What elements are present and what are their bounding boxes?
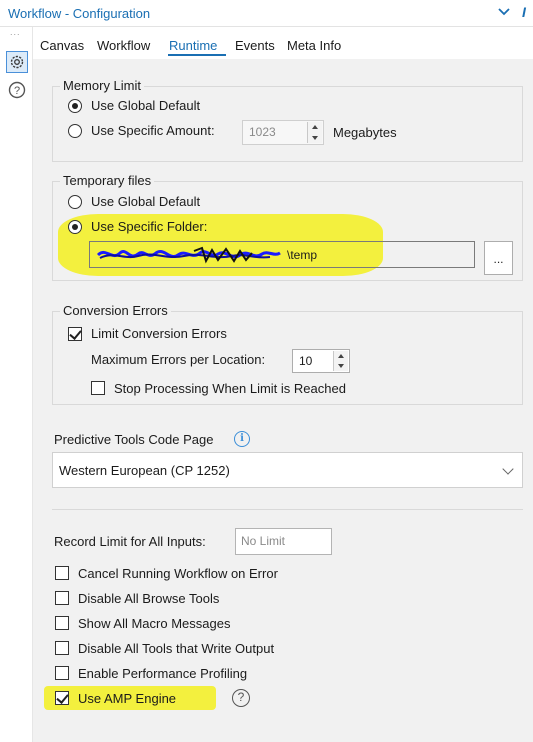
- title-bar: Workflow - Configuration I: [0, 0, 533, 27]
- code-page-selected: Western European (CP 1252): [59, 463, 230, 478]
- stop-processing-label: Stop Processing When Limit is Reached: [114, 381, 346, 396]
- record-limit-input[interactable]: No Limit: [235, 528, 332, 555]
- redaction-scribble: [96, 246, 281, 264]
- tab-runtime[interactable]: Runtime: [169, 38, 217, 53]
- memory-unit-label: Megabytes: [333, 125, 397, 140]
- memory-amount-value: 1023: [249, 125, 276, 139]
- stepper-up-icon[interactable]: [338, 354, 344, 358]
- option-label-disable-write-output: Disable All Tools that Write Output: [78, 641, 275, 656]
- memory-use-specific-label: Use Specific Amount:: [91, 123, 215, 138]
- tab-meta-info[interactable]: Meta Info: [287, 38, 341, 53]
- memory-limit-title: Memory Limit: [60, 78, 145, 93]
- temporary-files-title: Temporary files: [60, 173, 155, 188]
- option-checkbox-show-macro-messages[interactable]: [55, 616, 69, 630]
- tab-canvas[interactable]: Canvas: [40, 38, 84, 53]
- temp-use-specific-radio[interactable]: [68, 220, 82, 234]
- max-errors-label: Maximum Errors per Location:: [91, 352, 266, 367]
- option-label-cancel-on-error: Cancel Running Workflow on Error: [78, 566, 278, 581]
- info-icon[interactable]: i: [234, 431, 250, 447]
- memory-use-specific-radio[interactable]: [68, 124, 82, 138]
- conversion-errors-title: Conversion Errors: [60, 303, 171, 318]
- temp-use-global-label: Use Global Default: [91, 194, 201, 209]
- chevron-down-icon[interactable]: [497, 3, 511, 21]
- option-label-performance-profiling: Enable Performance Profiling: [78, 666, 248, 681]
- option-label-use-amp-engine: Use AMP Engine: [78, 691, 177, 706]
- max-errors-value: 10: [299, 354, 313, 368]
- help-icon[interactable]: ?: [232, 689, 250, 707]
- stepper-down-icon[interactable]: [312, 136, 318, 140]
- browse-folder-button[interactable]: ...: [484, 241, 513, 275]
- option-checkbox-use-amp-engine[interactable]: [55, 691, 69, 705]
- option-checkbox-disable-write-output[interactable]: [55, 641, 69, 655]
- memory-amount-stepper[interactable]: 1023: [242, 120, 324, 145]
- sidebar-overflow[interactable]: ...: [10, 27, 21, 37]
- stop-processing-checkbox[interactable]: [91, 381, 105, 395]
- gear-icon[interactable]: [6, 51, 28, 73]
- help-icon[interactable]: ?: [8, 81, 26, 99]
- option-checkbox-cancel-on-error[interactable]: [55, 566, 69, 580]
- option-checkbox-disable-browse[interactable]: [55, 591, 69, 605]
- max-errors-stepper[interactable]: 10: [292, 349, 350, 373]
- record-limit-placeholder: No Limit: [241, 534, 286, 548]
- active-tab-indicator: [168, 54, 226, 56]
- temp-folder-value: \temp: [287, 248, 318, 262]
- record-limit-label: Record Limit for All Inputs:: [54, 534, 206, 549]
- stepper-down-icon[interactable]: [338, 364, 344, 368]
- option-checkbox-performance-profiling[interactable]: [55, 666, 69, 680]
- temp-folder-input[interactable]: \temp: [89, 241, 475, 268]
- tab-events[interactable]: Events: [235, 38, 275, 53]
- memory-use-global-radio[interactable]: [68, 99, 82, 113]
- tab-bar: Canvas Workflow Runtime Events Meta Info: [33, 27, 533, 59]
- window-title: Workflow - Configuration: [8, 6, 151, 21]
- option-label-disable-browse: Disable All Browse Tools: [78, 591, 220, 606]
- limit-conversion-errors-checkbox[interactable]: [68, 327, 82, 341]
- chevron-down-icon: [502, 463, 514, 475]
- option-label-show-macro-messages: Show All Macro Messages: [78, 616, 231, 631]
- section-divider: [52, 509, 523, 510]
- sidebar: ... ?: [0, 27, 33, 742]
- svg-text:?: ?: [14, 85, 20, 97]
- predictive-code-page-label: Predictive Tools Code Page: [54, 432, 214, 447]
- pin-icon[interactable]: I: [522, 4, 526, 20]
- memory-use-global-label: Use Global Default: [91, 98, 201, 113]
- limit-conversion-errors-label: Limit Conversion Errors: [91, 326, 227, 341]
- code-page-select[interactable]: Western European (CP 1252): [52, 452, 523, 488]
- stepper-up-icon[interactable]: [312, 125, 318, 129]
- tab-workflow[interactable]: Workflow: [97, 38, 150, 53]
- temp-use-specific-label: Use Specific Folder:: [91, 219, 208, 234]
- temp-use-global-radio[interactable]: [68, 195, 82, 209]
